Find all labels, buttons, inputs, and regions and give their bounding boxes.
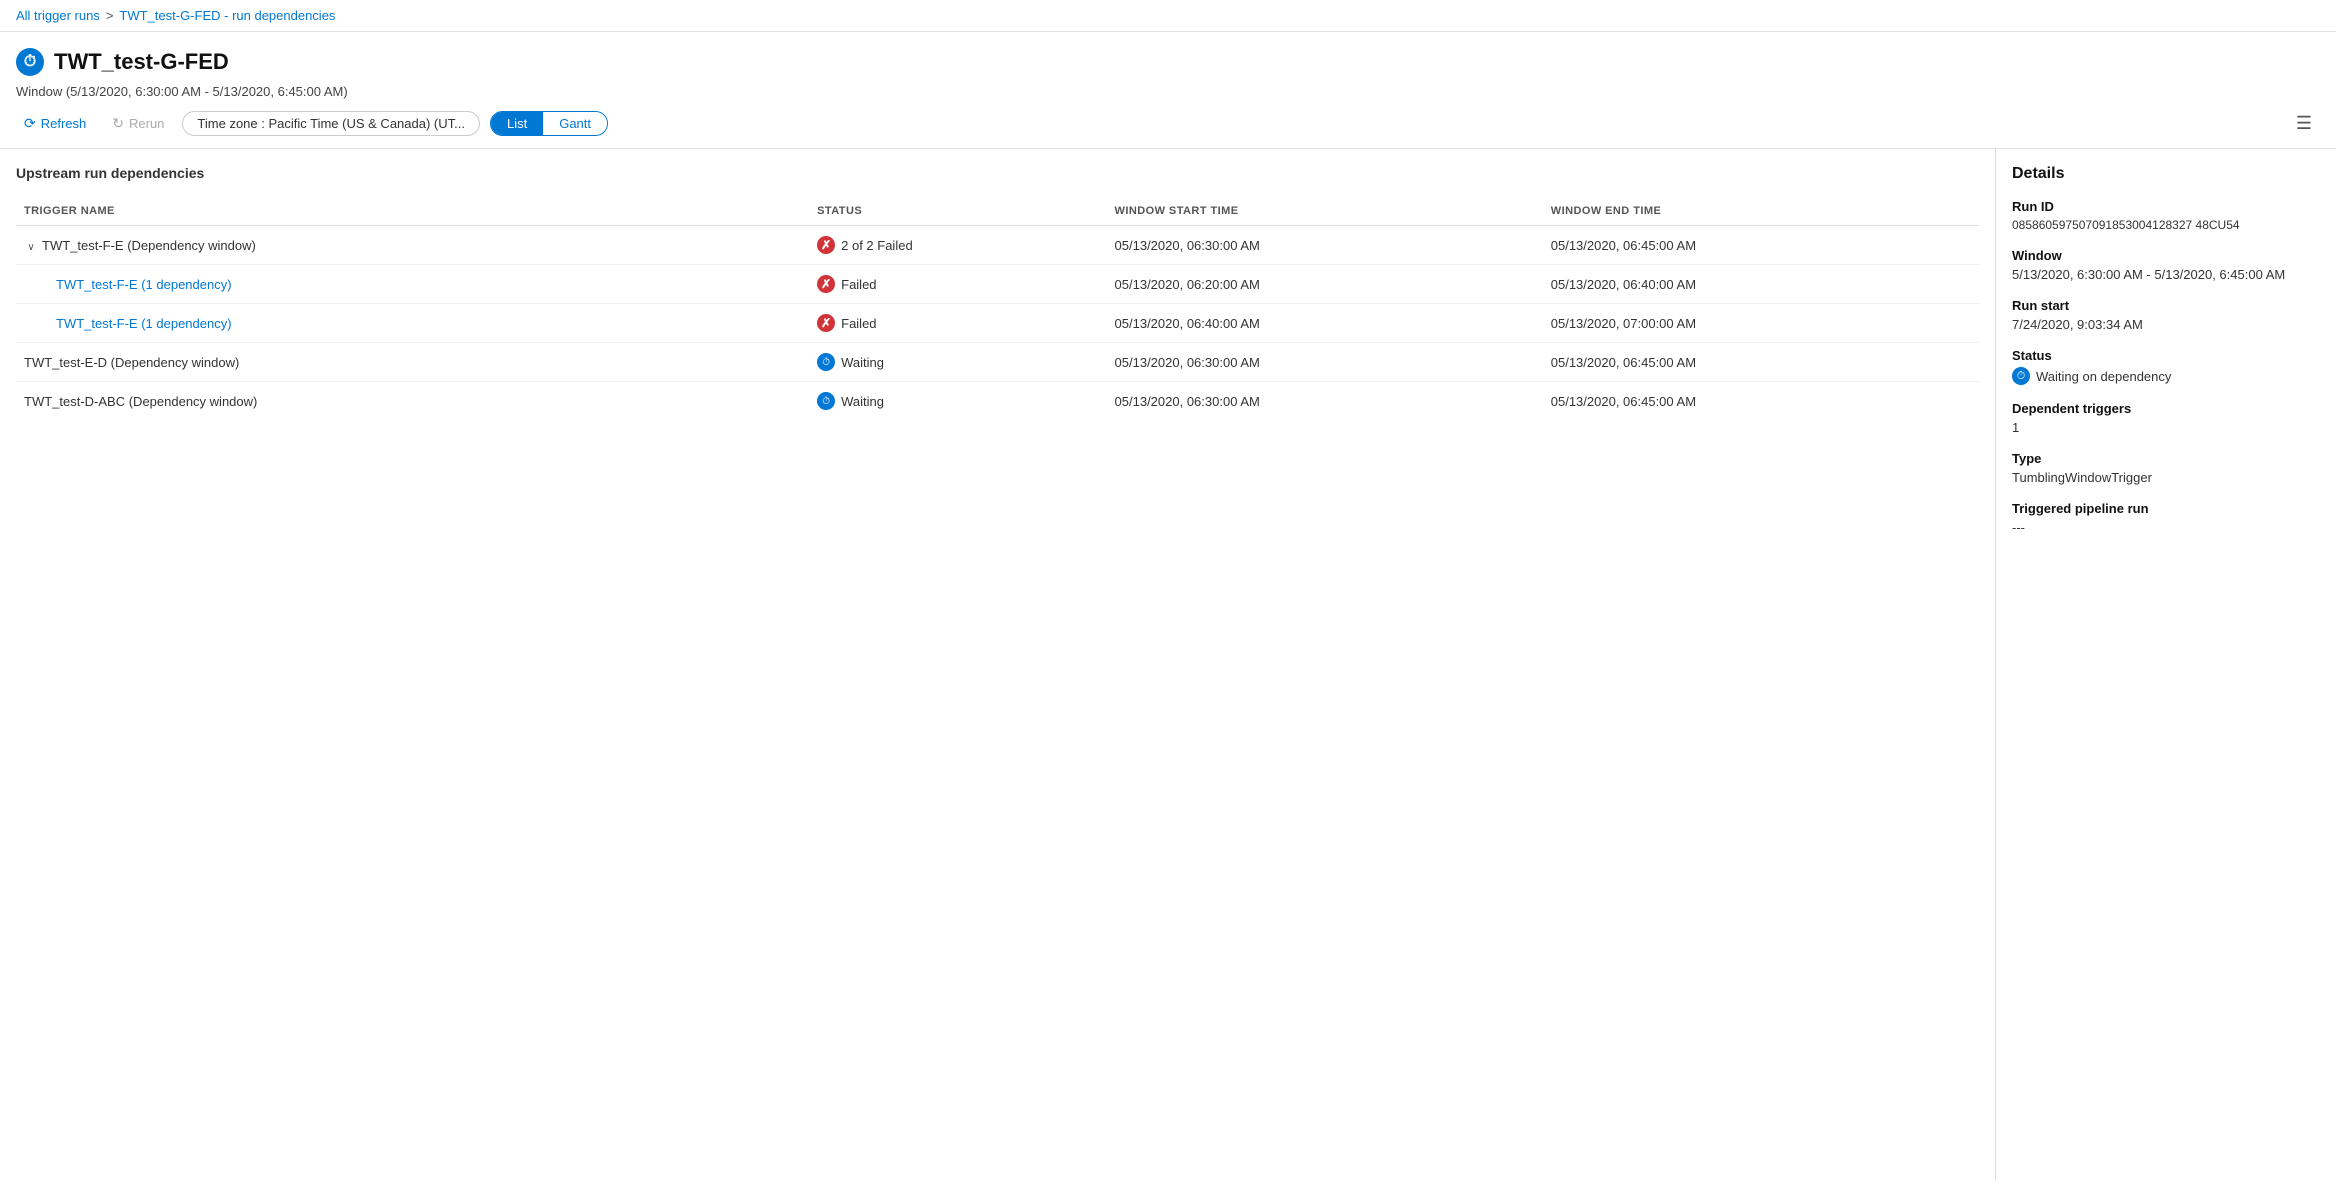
status-value: Waiting on dependency — [2036, 369, 2171, 384]
window-label: Window — [2012, 248, 2320, 263]
window-start-cell: 05/13/2020, 06:40:00 AM — [1107, 304, 1543, 343]
failed-icon: ✗ — [817, 275, 835, 293]
table-header-row: TRIGGER NAME STATUS WINDOW START TIME WI… — [16, 197, 1979, 226]
table-row: TWT_test-D-ABC (Dependency window) ⏱ Waiti… — [16, 382, 1979, 421]
waiting-icon: ⏱ — [817, 353, 835, 371]
status-text: Failed — [841, 277, 876, 292]
top-right-controls: ☰ — [2296, 113, 2320, 134]
table-row: ∨ TWT_test-F-E (Dependency window) ✗ 2 of 2… — [16, 226, 1979, 265]
status-cell: ✗ Failed — [809, 304, 1106, 343]
dependent-triggers-section: Dependent triggers 1 — [2012, 401, 2320, 435]
trigger-name-cell: TWT_test-F-E (1 dependency) — [16, 265, 809, 304]
trigger-name-cell: ∨ TWT_test-F-E (Dependency window) — [16, 226, 809, 265]
trigger-name-link[interactable]: TWT_test-F-E (1 dependency) — [56, 277, 232, 292]
page-header: ⏱ TWT_test-G-FED Window (5/13/2020, 6:30… — [0, 32, 2336, 148]
status-cell: ✗ 2 of 2 Failed — [809, 226, 1106, 265]
col-window-start: WINDOW START TIME — [1107, 197, 1543, 226]
trigger-name-cell: TWT_test-E-D (Dependency window) — [16, 343, 809, 382]
status-waiting-icon: ⏱ — [2012, 367, 2030, 385]
status-text: 2 of 2 Failed — [841, 238, 913, 253]
failed-icon: ✗ — [817, 314, 835, 332]
details-title: Details — [2012, 165, 2320, 183]
window-end-cell: 05/13/2020, 06:45:00 AM — [1543, 343, 1979, 382]
trigger-name-text: TWT_test-E-D (Dependency window) — [24, 355, 239, 370]
col-window-end: WINDOW END TIME — [1543, 197, 1979, 226]
window-end-cell: 05/13/2020, 06:45:00 AM — [1543, 382, 1979, 421]
breadcrumb-current: TWT_test-G-FED - run dependencies — [119, 8, 335, 23]
page-title-row: ⏱ TWT_test-G-FED — [16, 48, 2320, 76]
toolbar: ⟳ Refresh ↻ Rerun Time zone : Pacific Ti… — [16, 111, 2320, 136]
status-label: Status — [2012, 348, 2320, 363]
trigger-name-cell: TWT_test-D-ABC (Dependency window) — [16, 382, 809, 421]
status-value-row: ⏱ Waiting on dependency — [2012, 367, 2320, 385]
waiting-icon: ⏱ — [817, 392, 835, 410]
type-section: Type TumblingWindowTrigger — [2012, 451, 2320, 485]
dependency-table: TRIGGER NAME STATUS WINDOW START TIME WI… — [16, 197, 1979, 420]
type-value: TumblingWindowTrigger — [2012, 470, 2320, 485]
col-status: STATUS — [809, 197, 1106, 226]
page-title: TWT_test-G-FED — [54, 49, 229, 75]
refresh-icon: ⟳ — [24, 115, 36, 132]
window-end-cell: 05/13/2020, 06:45:00 AM — [1543, 226, 1979, 265]
timezone-button[interactable]: Time zone : Pacific Time (US & Canada) (… — [182, 111, 480, 136]
right-panel: Details Run ID 0858605975070918530041283… — [1996, 149, 2336, 1181]
trigger-name-link[interactable]: TWT_test-F-E (1 dependency) — [56, 316, 232, 331]
status-text: Waiting — [841, 355, 884, 370]
breadcrumb-all-runs[interactable]: All trigger runs — [16, 8, 100, 23]
rerun-button[interactable]: ↻ Rerun — [104, 111, 172, 136]
triggered-pipeline-label: Triggered pipeline run — [2012, 501, 2320, 516]
window-start-cell: 05/13/2020, 06:30:00 AM — [1107, 343, 1543, 382]
dependent-triggers-value: 1 — [2012, 420, 2320, 435]
window-start-cell: 05/13/2020, 06:30:00 AM — [1107, 226, 1543, 265]
breadcrumb-bar: All trigger runs > TWT_test-G-FED - run … — [0, 0, 2336, 32]
main-layout: Upstream run dependencies TRIGGER NAME S… — [0, 149, 2336, 1181]
run-id-section: Run ID 085860597507091853004128327 48CU5… — [2012, 199, 2320, 232]
breadcrumb-separator: > — [106, 8, 114, 23]
run-start-value: 7/24/2020, 9:03:34 AM — [2012, 317, 2320, 332]
trigger-name-text: TWT_test-D-ABC (Dependency window) — [24, 394, 257, 409]
window-subtitle: Window (5/13/2020, 6:30:00 AM - 5/13/202… — [16, 84, 2320, 99]
trigger-name-text: TWT_test-F-E (Dependency window) — [42, 238, 256, 253]
run-start-label: Run start — [2012, 298, 2320, 313]
window-section: Window 5/13/2020, 6:30:00 AM - 5/13/2020… — [2012, 248, 2320, 282]
expand-chevron-icon[interactable]: ∨ — [24, 242, 38, 253]
window-start-cell: 05/13/2020, 06:30:00 AM — [1107, 382, 1543, 421]
window-end-cell: 05/13/2020, 06:40:00 AM — [1543, 265, 1979, 304]
triggered-pipeline-value: --- — [2012, 520, 2320, 535]
status-text: Failed — [841, 316, 876, 331]
failed-icon: ✗ — [817, 236, 835, 254]
run-start-section: Run start 7/24/2020, 9:03:34 AM — [2012, 298, 2320, 332]
status-cell: ✗ Failed — [809, 265, 1106, 304]
settings-icon[interactable]: ☰ — [2296, 113, 2312, 134]
table-row: TWT_test-F-E (1 dependency) ✗ Failed 05/13/… — [16, 265, 1979, 304]
type-label: Type — [2012, 451, 2320, 466]
status-section: Status ⏱ Waiting on dependency — [2012, 348, 2320, 385]
table-row: TWT_test-F-E (1 dependency) ✗ Failed 05/13/… — [16, 304, 1979, 343]
col-trigger-name: TRIGGER NAME — [16, 197, 809, 226]
status-text: Waiting — [841, 394, 884, 409]
run-id-value: 085860597507091853004128327 48CU54 — [2012, 218, 2320, 232]
status-cell: ⏱ Waiting — [809, 343, 1106, 382]
refresh-button[interactable]: ⟳ Refresh — [16, 111, 94, 136]
list-view-button[interactable]: List — [491, 112, 543, 135]
trigger-name-cell: TWT_test-F-E (1 dependency) — [16, 304, 809, 343]
table-row: TWT_test-E-D (Dependency window) ⏱ Waiting… — [16, 343, 1979, 382]
dependent-triggers-label: Dependent triggers — [2012, 401, 2320, 416]
status-cell: ⏱ Waiting — [809, 382, 1106, 421]
gantt-view-button[interactable]: Gantt — [543, 112, 607, 135]
triggered-pipeline-section: Triggered pipeline run --- — [2012, 501, 2320, 535]
run-id-label: Run ID — [2012, 199, 2320, 214]
rerun-icon: ↻ — [112, 115, 124, 132]
clock-icon: ⏱ — [16, 48, 44, 76]
section-title: Upstream run dependencies — [16, 165, 1979, 181]
view-toggle: List Gantt — [490, 111, 608, 136]
window-value: 5/13/2020, 6:30:00 AM - 5/13/2020, 6:45:… — [2012, 267, 2320, 282]
window-end-cell: 05/13/2020, 07:00:00 AM — [1543, 304, 1979, 343]
left-panel: Upstream run dependencies TRIGGER NAME S… — [0, 149, 1996, 1181]
window-start-cell: 05/13/2020, 06:20:00 AM — [1107, 265, 1543, 304]
